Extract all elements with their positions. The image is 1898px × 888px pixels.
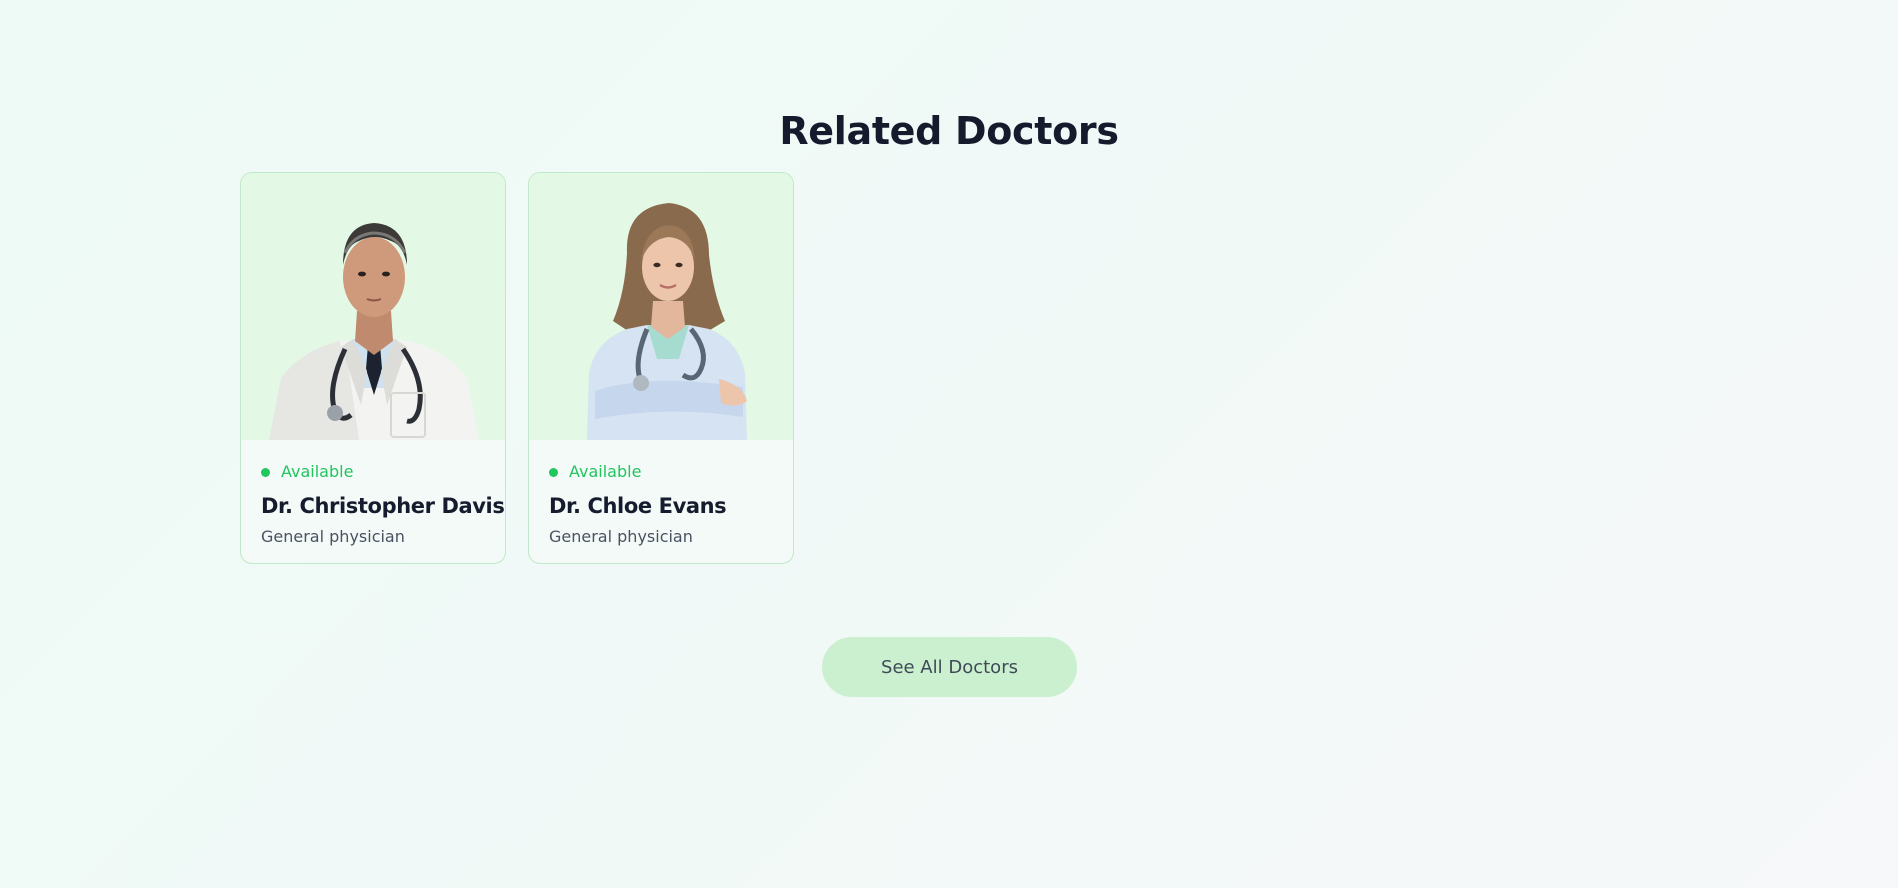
doctor-speciality: General physician [549, 527, 693, 546]
doctor-card[interactable]: Available Dr. Christopher Davis General … [240, 172, 506, 564]
doctor-name: Dr. Chloe Evans [549, 494, 727, 518]
doctor-name: Dr. Christopher Davis [261, 494, 505, 518]
status-label: Available [281, 462, 354, 481]
doctor-speciality: General physician [261, 527, 405, 546]
male-doctor-portrait [269, 223, 479, 440]
availability-status: Available [549, 462, 773, 482]
page-title: Related Doctors [779, 109, 1119, 154]
status-dot-icon [261, 467, 270, 477]
availability-status: Available [261, 462, 485, 482]
status-label: Available [569, 462, 642, 481]
see-all-doctors-button[interactable]: See All Doctors [822, 637, 1077, 697]
doctor-card[interactable]: Available Dr. Chloe Evans General physic… [528, 172, 794, 564]
doctor-photo [241, 173, 505, 440]
status-dot-icon [549, 467, 558, 477]
doctor-photo [529, 173, 793, 440]
female-doctor-portrait [587, 203, 747, 440]
